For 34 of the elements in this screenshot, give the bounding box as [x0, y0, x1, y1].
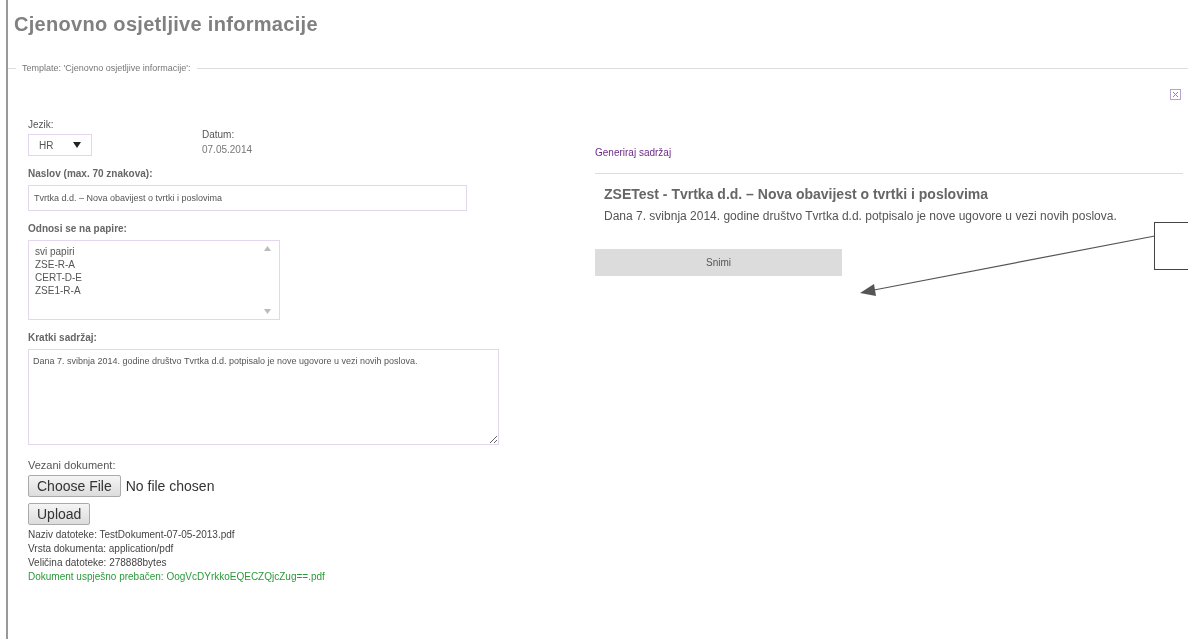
- file-info: Naziv datoteke: TestDokument-07-05-2013.pdf: [28, 528, 236, 542]
- caret-icon: [73, 142, 81, 148]
- choose-file-button[interactable]: Choose File: [28, 475, 121, 497]
- generate-heading: Generiraj sadržaj: [595, 147, 672, 158]
- scroll-down-icon[interactable]: [263, 309, 271, 314]
- save-button[interactable]: Snimi: [595, 249, 842, 276]
- document-label: Vezani dokument:: [28, 459, 116, 471]
- title-field[interactable]: Tvrtka d.d. – Nova obavijest o tvrtki i poslovima: [28, 185, 467, 211]
- language-label: Jezik:: [28, 119, 55, 130]
- papers-label: Odnosi se na papire:: [28, 223, 127, 234]
- upload-button[interactable]: Upload: [28, 503, 91, 525]
- preview-title: ZSETest - Tvrtka d.d. – Nova obavijest o tvrtki i poslovima: [604, 186, 990, 202]
- file-info: Vrsta dokumenta: application/pdf: [28, 542, 175, 556]
- title-label: Naslov (max. 70 znakova):: [28, 168, 153, 179]
- template-legend: Template: 'Cjenovno osjetljive informacije':: [22, 63, 191, 73]
- paper-option[interactable]: svi papiri: [35, 246, 83, 257]
- summary-label: Kratki sadržaj:: [28, 332, 97, 343]
- scroll-up-icon[interactable]: [263, 246, 271, 251]
- language-select[interactable]: HR: [28, 134, 92, 156]
- file-info: Veličina datoteke: 278888bytes: [28, 556, 168, 570]
- date-label: Datum:: [202, 129, 236, 140]
- close-icon[interactable]: [1170, 89, 1181, 100]
- paper-option[interactable]: ZSE1-R-A: [35, 285, 83, 296]
- paper-option[interactable]: CERT-D-E: [35, 272, 83, 283]
- preview-text: Dana 7. svibnja 2014. godine društvo Tvrtka d.d. potpisalo je nove ugovore u vezi novih poslova.: [604, 208, 1118, 225]
- scrollbar[interactable]: [261, 246, 273, 314]
- date-value: 07.05.2014: [202, 144, 253, 155]
- paper-option[interactable]: ZSE-R-A: [35, 259, 83, 270]
- success-message: Dokument uspješno prebačen: OogVcDYrkkoEQECZQjcZug==.pdf: [28, 570, 325, 584]
- papers-listbox[interactable]: svi papiri ZSE-R-A CERT-D-E ZSE1-R-A: [28, 240, 280, 320]
- callout-box: [1154, 222, 1188, 270]
- page-title: Cjenovno osjetljive informacije: [13, 12, 319, 36]
- summary-field[interactable]: Dana 7. svibnja 2014. godine društvo Tvrtka d.d. potpisalo je nove ugovore u vezi novih poslova.: [28, 349, 499, 445]
- file-status: No file chosen: [125, 478, 215, 494]
